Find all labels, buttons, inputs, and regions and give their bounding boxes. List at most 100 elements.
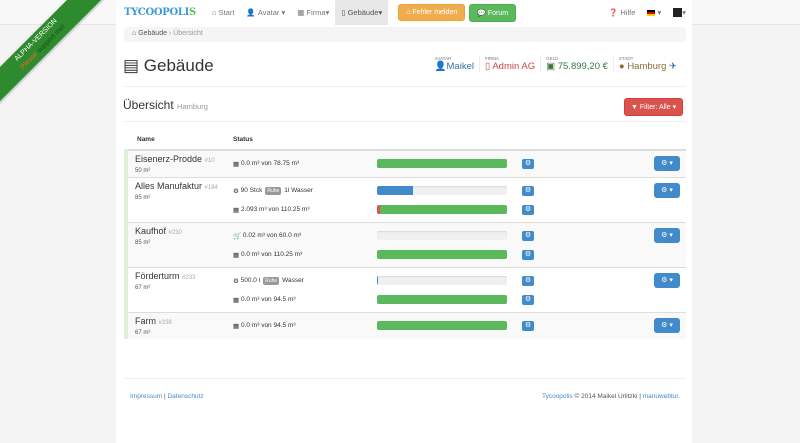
progress-segment	[377, 186, 414, 195]
building-id: #233	[182, 275, 196, 281]
building-name[interactable]: Farm #338	[135, 316, 218, 326]
user-icon: 👤	[434, 61, 447, 72]
status-line: ▦ 0.0 m³ von 110.25 m³	[233, 245, 362, 264]
storage-icon: ▦	[233, 251, 240, 259]
table-row: Kaufhof #230 85 m² 🛒 0.02 m³ von 60.0 m³ ▦ …	[124, 222, 686, 268]
flag-de-icon	[647, 9, 656, 16]
buildings-table: Name Status Eisenerz-Prodde #10 50 m² ▦ 0.0…	[124, 132, 686, 339]
logo[interactable]: TYCOOPOLIS	[124, 7, 196, 18]
detail-button[interactable]: ⚙	[522, 158, 534, 169]
filter-label: Filter: Alle ▾	[639, 104, 677, 111]
stat-avatar[interactable]: Avatar 👤Maikel	[430, 56, 479, 72]
breadcrumb-current: Übersicht	[173, 30, 203, 37]
building-name[interactable]: Eisenerz-Prodde #10	[135, 154, 218, 164]
filter-button[interactable]: ▼ Filter: Alle ▾	[624, 98, 684, 116]
user-menu-dropdown[interactable]: ▾	[667, 0, 692, 25]
building-id: #230	[168, 230, 182, 236]
detail-button[interactable]: ⚙	[522, 230, 534, 241]
breadcrumb-home[interactable]: ⌂ Gebäude	[132, 30, 167, 37]
building-name[interactable]: Kaufhof #230	[135, 226, 218, 236]
storage-icon: ▦	[233, 296, 240, 304]
divider	[124, 121, 686, 122]
header-bar	[366, 132, 511, 151]
actions-dropdown-button[interactable]: ⚙ ▾	[654, 228, 680, 243]
detail-button[interactable]: ⚙	[522, 185, 534, 196]
table-row: Alles Manufaktur #184 85 m² ⚙ 90 Stck Ruhe 1…	[124, 177, 686, 223]
filter-icon: ▼	[631, 104, 638, 111]
status-text: 2.093 m³ von 110.25 m³	[240, 206, 310, 213]
help-link[interactable]: ❓ Hilfe	[603, 0, 641, 25]
storage-icon: ▦	[233, 322, 240, 330]
building-name[interactable]: Förderturm #233	[135, 271, 218, 281]
nav-gebaeude[interactable]: ▯ Gebäude▾	[335, 0, 389, 25]
nav-label: Gebäude▾	[347, 8, 383, 17]
detail-button[interactable]: ⚙	[522, 320, 534, 331]
status-line: ⚙ 500.0 l Ruhe Wasser	[233, 271, 362, 290]
divider	[124, 86, 686, 87]
progress-bar	[377, 295, 507, 304]
actions-dropdown-button[interactable]: ⚙ ▾	[654, 156, 680, 171]
actions-dropdown-button[interactable]: ⚙ ▾	[654, 318, 680, 333]
progress-bar	[377, 205, 507, 214]
building-size: 67 m²	[135, 330, 151, 336]
header-status: Status	[222, 132, 366, 151]
gear-icon: ⚙	[233, 187, 239, 195]
progress-segment	[377, 295, 507, 304]
status-text: 0.02 m³ von 60.0 m³	[242, 232, 302, 239]
language-dropdown[interactable]: ▾	[641, 0, 667, 25]
section-subtitle: Hamburg	[177, 102, 208, 111]
progress-bar	[377, 276, 507, 285]
stat-firma[interactable]: Firma ▯ Admin AG	[478, 56, 540, 72]
progress-segment	[377, 250, 507, 259]
help-label: Hilfe	[620, 8, 636, 17]
footer: Impressum | Datenschutz Tycoopolis © 201…	[124, 378, 686, 414]
avatar-icon	[673, 8, 683, 17]
status-badge: Ruhe	[265, 186, 282, 195]
name-text: Eisenerz-Prodde	[135, 154, 203, 164]
name-text: Farm	[135, 316, 156, 326]
status-text: 500.0 l	[240, 277, 261, 284]
storage-icon: ▦	[233, 206, 240, 214]
status-line: ⚙ 90 Stck Ruhe 1l Wasser	[233, 181, 362, 200]
logo-text: TYCOOPOLI	[124, 7, 190, 18]
detail-button[interactable]: ⚙	[522, 294, 534, 305]
nav-firma[interactable]: ▦ Firma▾	[291, 0, 335, 25]
crumb-label: Gebäude	[138, 30, 167, 37]
plane-icon[interactable]: ✈	[669, 61, 677, 72]
nav-avatar[interactable]: 👤 Avatar ▾	[240, 0, 291, 25]
detail-button[interactable]: ⚙	[522, 275, 534, 286]
impressum-link[interactable]: Impressum	[130, 393, 162, 400]
status-line: ▦ 0.0 m³ von 94.5 m³	[233, 316, 362, 335]
nav-label: Avatar ▾	[257, 8, 286, 17]
nav-start[interactable]: ⌂ Start	[206, 0, 240, 25]
cart-icon: 🛒	[233, 232, 242, 240]
section-title-text: Übersicht	[123, 98, 174, 112]
progress-segment	[379, 205, 507, 214]
credit-link[interactable]: manuwebtur	[643, 393, 678, 400]
stat-stadt[interactable]: Stadt ● Hamburg ✈	[612, 56, 682, 72]
datenschutz-link[interactable]: Datenschutz	[167, 393, 203, 400]
progress-bar	[377, 186, 507, 195]
table-row: Eisenerz-Prodde #10 50 m² ▦ 0.0 m³ von 78.…	[124, 149, 686, 178]
status-text: 90 Stck	[240, 187, 263, 194]
name-text: Alles Manufaktur	[135, 181, 203, 191]
brand-link[interactable]: Tycoopolis	[542, 393, 573, 400]
status-text: 0.0 m³ von 94.5 m³	[240, 322, 296, 329]
section-title: Übersicht Hamburg	[123, 98, 208, 112]
status-line: 🛒 0.02 m³ von 60.0 m³	[233, 226, 362, 245]
detail-button[interactable]: ⚙	[522, 204, 534, 215]
progress-segment	[377, 159, 507, 168]
forum-button[interactable]: 💬 Forum	[469, 3, 517, 22]
stat-geld: Geld ▣ 75.899,20 €	[540, 56, 613, 72]
building-size: 50 m²	[135, 168, 151, 174]
stats: Avatar 👤Maikel Firma ▯ Admin AG Geld ▣ 75.8…	[430, 56, 682, 72]
detail-button[interactable]: ⚙	[522, 249, 534, 260]
copyright: © 2014 Maikel Urlitzki	[574, 393, 638, 400]
actions-dropdown-button[interactable]: ⚙ ▾	[654, 273, 680, 288]
name-text: Förderturm	[135, 271, 180, 281]
building-name[interactable]: Alles Manufaktur #184	[135, 181, 218, 191]
building-size: 85 m²	[135, 240, 151, 246]
actions-dropdown-button[interactable]: ⚙ ▾	[654, 183, 680, 198]
report-bug-button[interactable]: ⌂ Fehler melden	[398, 4, 466, 21]
status-line: ▦ 2.093 m³ von 110.25 m³	[233, 200, 362, 219]
